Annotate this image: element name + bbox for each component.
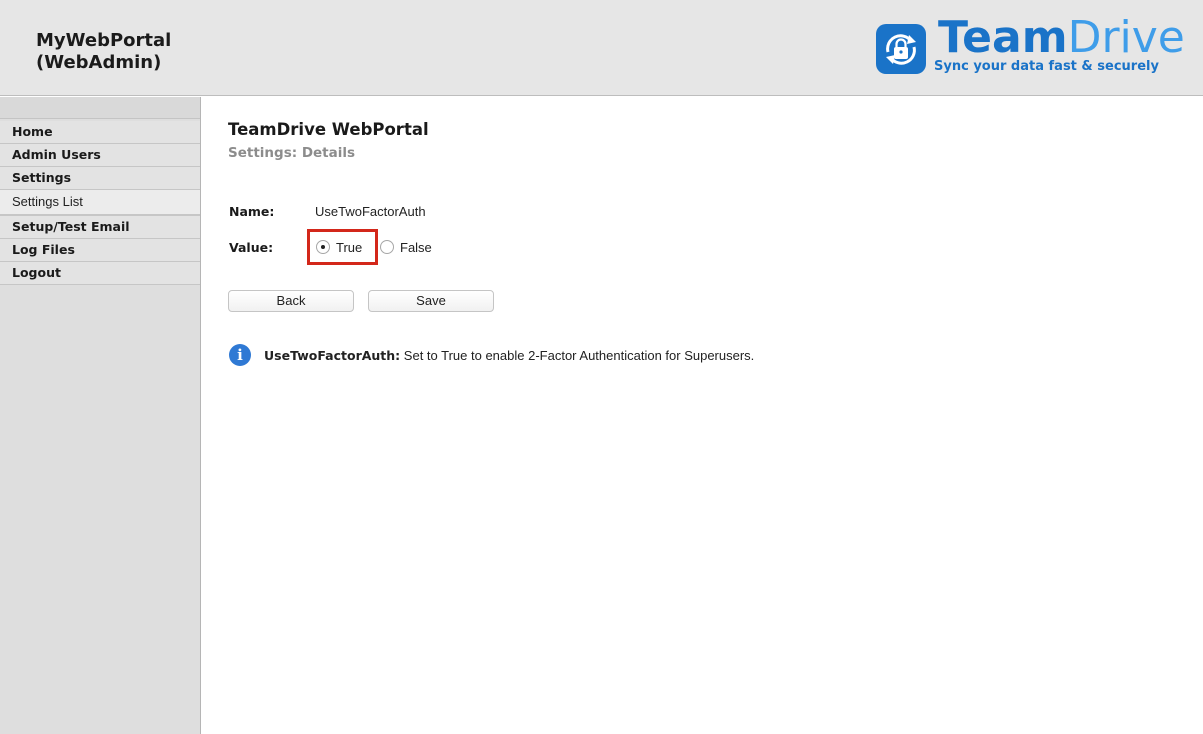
radio-false-label[interactable]: False bbox=[400, 240, 432, 255]
info-glyph: i bbox=[237, 346, 243, 364]
info-icon: i bbox=[229, 344, 251, 366]
sidebar-item-admin-users[interactable]: Admin Users bbox=[0, 144, 200, 167]
portal-title: MyWebPortal (WebAdmin) bbox=[36, 30, 172, 73]
sidebar-item-home[interactable]: Home bbox=[0, 121, 200, 144]
radio-selected-dot bbox=[321, 245, 325, 249]
info-message: UseTwoFactorAuth: Set to True to enable … bbox=[264, 348, 754, 363]
logo-team-text: Team bbox=[938, 12, 1068, 63]
name-value: UseTwoFactorAuth bbox=[315, 204, 426, 219]
teamdrive-logo: TeamDrive Sync your data fast & securely bbox=[874, 14, 1185, 76]
lock-sync-icon bbox=[876, 24, 926, 74]
sidebar-item-settings-list[interactable]: Settings List bbox=[0, 190, 200, 216]
save-button[interactable]: Save bbox=[368, 290, 494, 312]
main-content: TeamDrive WebPortal Settings: Details bbox=[228, 120, 429, 161]
info-setting-key: UseTwoFactorAuth: bbox=[264, 348, 401, 363]
back-button[interactable]: Back bbox=[228, 290, 354, 312]
info-description: Set to True to enable 2-Factor Authentic… bbox=[400, 348, 755, 363]
logo-wordmark: TeamDrive bbox=[938, 14, 1185, 62]
name-label: Name: bbox=[229, 204, 275, 219]
sidebar-item-settings[interactable]: Settings bbox=[0, 167, 200, 190]
sidebar-nav: Home Admin Users Settings Settings List … bbox=[0, 121, 200, 285]
radio-false[interactable] bbox=[380, 240, 394, 254]
sidebar-item-setup-test-email[interactable]: Setup/Test Email bbox=[0, 216, 200, 239]
radio-true-label[interactable]: True bbox=[336, 240, 362, 255]
logo-tagline: Sync your data fast & securely bbox=[934, 59, 1159, 74]
sidebar-item-log-files[interactable]: Log Files bbox=[0, 239, 200, 262]
radio-true[interactable] bbox=[316, 240, 330, 254]
sidebar: Home Admin Users Settings Settings List … bbox=[0, 97, 201, 734]
sidebar-item-logout[interactable]: Logout bbox=[0, 262, 200, 285]
logo-drive-text: Drive bbox=[1067, 12, 1185, 63]
page-subtitle: Settings: Details bbox=[228, 145, 356, 161]
page-title: TeamDrive WebPortal bbox=[228, 120, 429, 139]
sidebar-top-strip bbox=[0, 97, 200, 119]
header-bar: MyWebPortal (WebAdmin) TeamDrive Sync yo… bbox=[0, 0, 1203, 96]
value-label: Value: bbox=[229, 240, 274, 255]
